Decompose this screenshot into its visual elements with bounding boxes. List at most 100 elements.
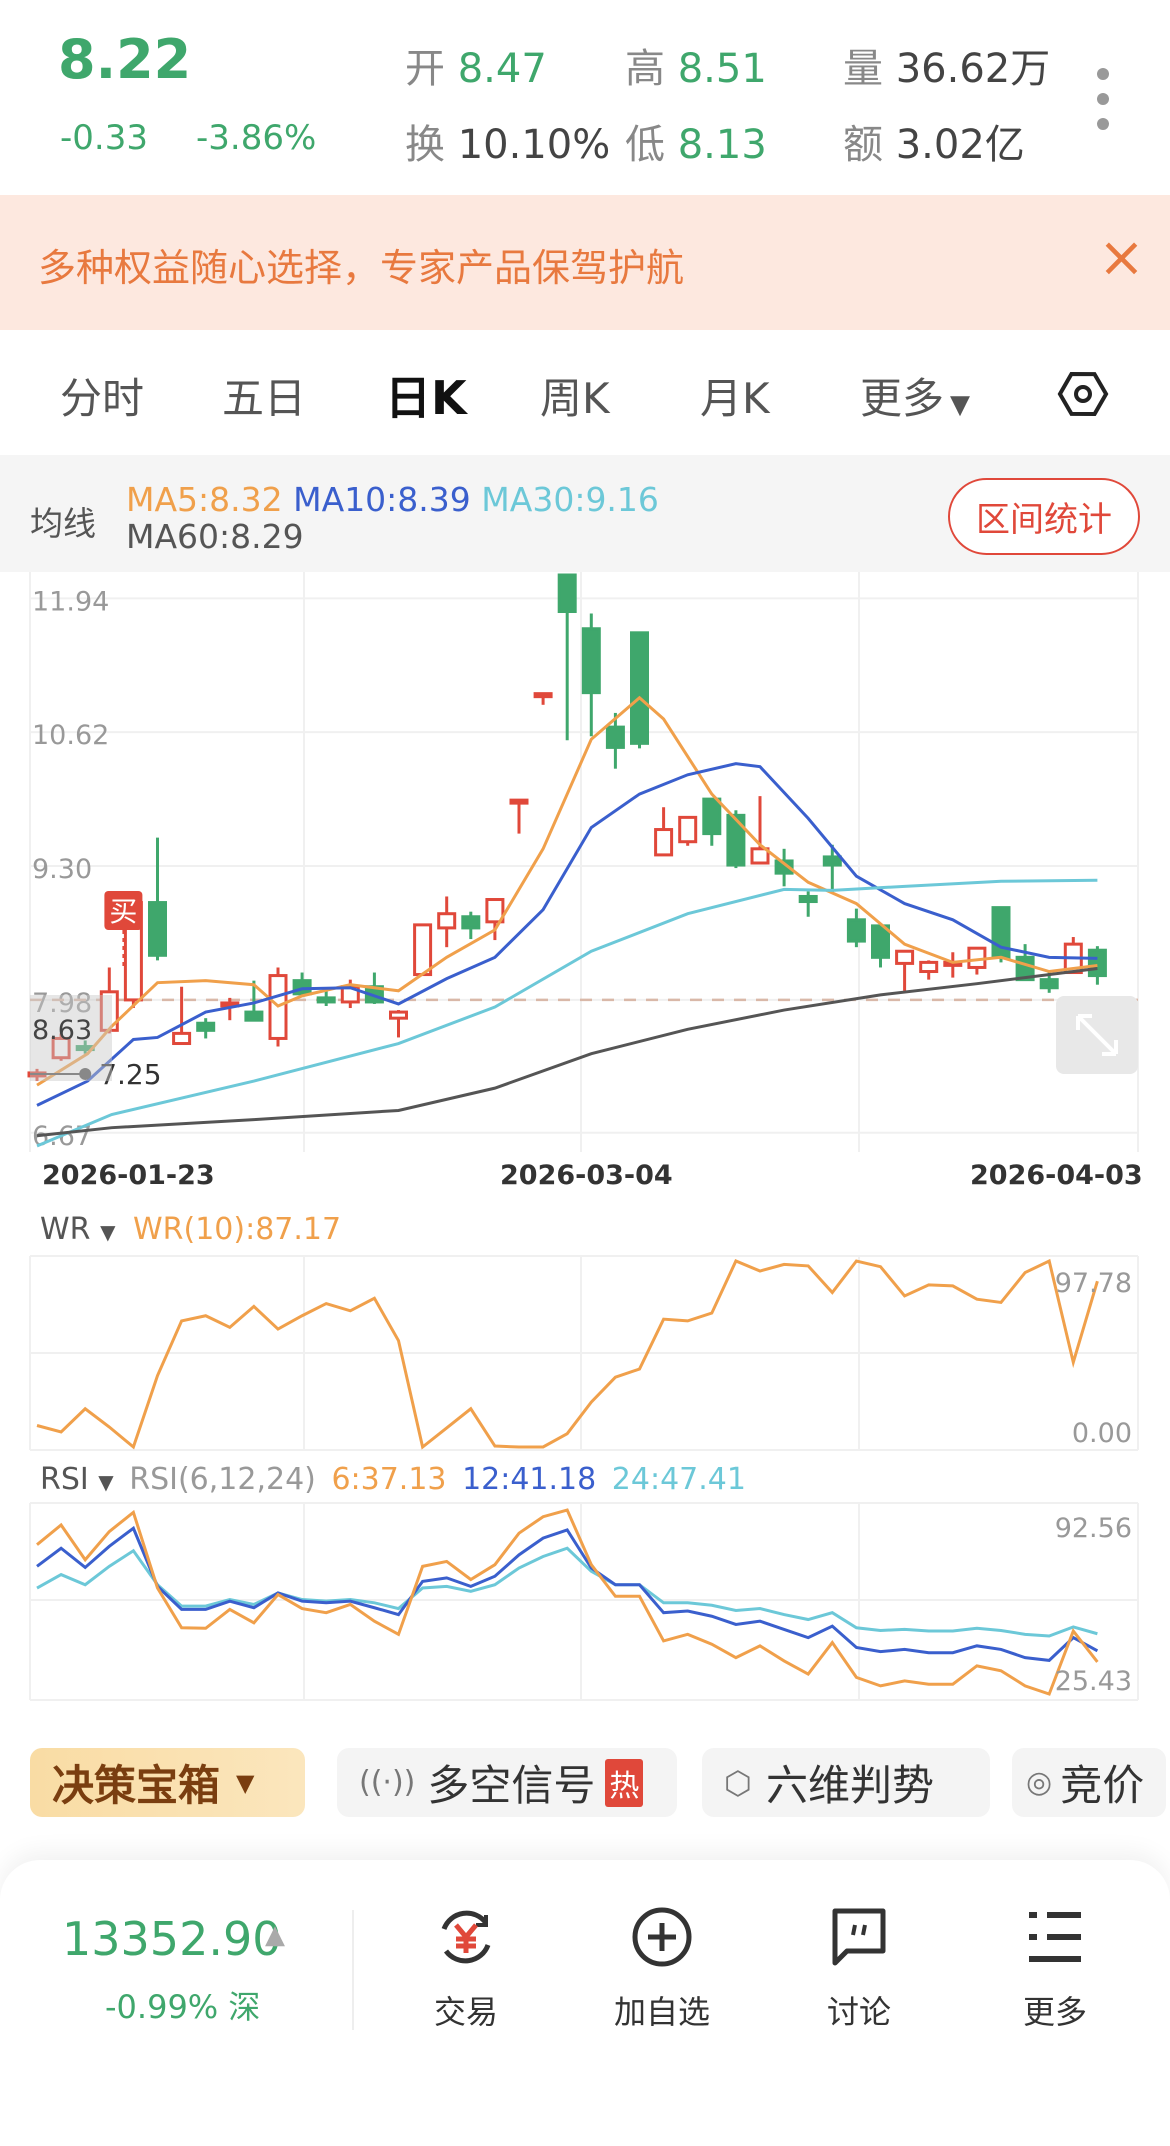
candle-body	[413, 923, 433, 977]
trade-button[interactable]: 交易	[396, 1905, 536, 2033]
candle-body	[702, 797, 722, 836]
candle-body	[726, 813, 746, 867]
candle-body	[581, 627, 601, 695]
candle	[172, 986, 192, 1046]
candle	[148, 837, 167, 961]
candle	[846, 908, 866, 948]
candle	[605, 712, 625, 769]
candle-body	[871, 924, 890, 959]
up-triangle-icon: ▲	[265, 1920, 285, 1950]
rsi-selector-label: RSI	[40, 1462, 89, 1497]
ma60-line	[36, 966, 1098, 1138]
candle	[798, 891, 818, 917]
bottom-action-bar: 13352.90 ▲ -0.99% 深 交易 加自选 讨论 更多	[0, 1860, 1170, 2146]
candle	[702, 797, 722, 846]
candle-body	[557, 573, 577, 614]
rsi-legend: RSI(6,12,24)	[129, 1462, 316, 1497]
auction-icon: ◎	[1026, 1765, 1053, 1800]
candle-body	[437, 912, 457, 930]
hexagon-six-icon: ⬡	[724, 1763, 752, 1802]
overlay-value: 8.63	[32, 1015, 93, 1046]
candle-body	[798, 894, 818, 904]
candle-body	[678, 815, 698, 844]
rsi24-value: 24:47.41	[611, 1462, 746, 1497]
candle-body	[533, 692, 553, 699]
candle-body	[389, 1010, 408, 1020]
y-tick-label: 10.62	[32, 720, 109, 751]
candle-body	[1087, 948, 1107, 978]
six-dimension-button[interactable]: ⬡ 六维判势	[702, 1748, 990, 1817]
auction-button[interactable]: ◎ 竞价	[1012, 1748, 1166, 1817]
y-tick-label: 11.94	[32, 586, 109, 617]
more-button[interactable]: 更多	[985, 1905, 1125, 2033]
more-label: 更多	[1022, 1993, 1087, 2031]
y-tick-label: 9.30	[32, 854, 92, 885]
candle	[437, 896, 457, 948]
buy-marker-label: 买	[109, 895, 137, 928]
trade-label: 交易	[433, 1993, 498, 2031]
candle-body	[1039, 978, 1059, 990]
candle-body	[148, 901, 167, 957]
crosshair-overlay-box[interactable]: 8.63	[30, 995, 112, 1081]
candle-body	[196, 1021, 216, 1032]
hot-badge: 热	[605, 1758, 644, 1807]
candle-body	[509, 798, 529, 805]
six-dimension-label: 六维判势	[765, 1761, 934, 1810]
auction-label: 竞价	[1060, 1761, 1145, 1810]
wr-legend: WR(10):87.17	[133, 1212, 342, 1247]
wr-max-label: 97.78	[1055, 1268, 1132, 1299]
candle	[509, 798, 529, 834]
discuss-label: 讨论	[826, 1993, 891, 2031]
divider	[352, 1910, 354, 2030]
x-label-end: 2026-04-03	[970, 1160, 1143, 1191]
rsi-selector[interactable]: RSI ▼	[40, 1462, 114, 1497]
menu-list-icon	[1029, 1912, 1081, 1962]
discuss-button[interactable]: 讨论	[789, 1905, 929, 2033]
candle	[895, 949, 915, 991]
candle	[871, 924, 890, 968]
candle-body	[630, 631, 649, 745]
candle	[389, 1010, 408, 1038]
add-circle-icon	[632, 1907, 692, 1967]
candle-body	[822, 855, 842, 867]
dropdown-triangle-icon: ▼	[236, 1768, 255, 1797]
candle	[581, 613, 601, 737]
ma30-line	[36, 878, 1098, 1148]
chat-bubble-icon	[832, 1908, 886, 1966]
candle	[919, 960, 939, 980]
candle-body	[846, 918, 866, 943]
add-watchlist-label: 加自选	[613, 1993, 710, 2031]
rsi6-value: 6:37.13	[331, 1462, 447, 1497]
ma10-line	[36, 762, 1098, 1107]
candle	[678, 815, 698, 846]
ma5-line	[36, 695, 1098, 1087]
signal-button[interactable]: ((·)) 多空信号 热	[337, 1748, 677, 1817]
candle	[461, 911, 481, 940]
x-label-start: 2026-01-23	[42, 1160, 215, 1191]
decision-box-button[interactable]: 决策宝箱 ▼	[30, 1748, 305, 1817]
index-market: 深	[228, 1988, 261, 2026]
add-watchlist-button[interactable]: 加自选	[592, 1905, 732, 2033]
rsi12-value: 12:41.18	[462, 1462, 597, 1497]
wr-selector-label: WR	[40, 1212, 91, 1247]
candle	[533, 692, 553, 705]
candle	[630, 631, 649, 749]
expand-fullscreen-button[interactable]	[1056, 996, 1138, 1074]
decision-box-label: 决策宝箱	[52, 1761, 221, 1810]
rsi-min-label: 25.43	[1055, 1666, 1132, 1697]
x-label-mid: 2026-03-04	[500, 1160, 673, 1191]
candle-body	[919, 960, 939, 974]
candle	[413, 923, 433, 977]
rsi-max-label: 92.56	[1055, 1513, 1132, 1544]
candle	[654, 807, 674, 857]
wr-selector[interactable]: WR ▼	[40, 1212, 115, 1247]
index-change: -0.99%	[105, 1988, 219, 2026]
candle-body	[244, 1010, 264, 1022]
candle	[196, 1018, 216, 1039]
candle-body	[461, 915, 481, 930]
candle	[750, 796, 770, 865]
signal-label: 多空信号	[427, 1761, 596, 1810]
index-value[interactable]: 13352.90	[62, 1912, 282, 1966]
candle-body	[316, 996, 336, 1004]
expand-arrows-icon	[1076, 1014, 1118, 1056]
